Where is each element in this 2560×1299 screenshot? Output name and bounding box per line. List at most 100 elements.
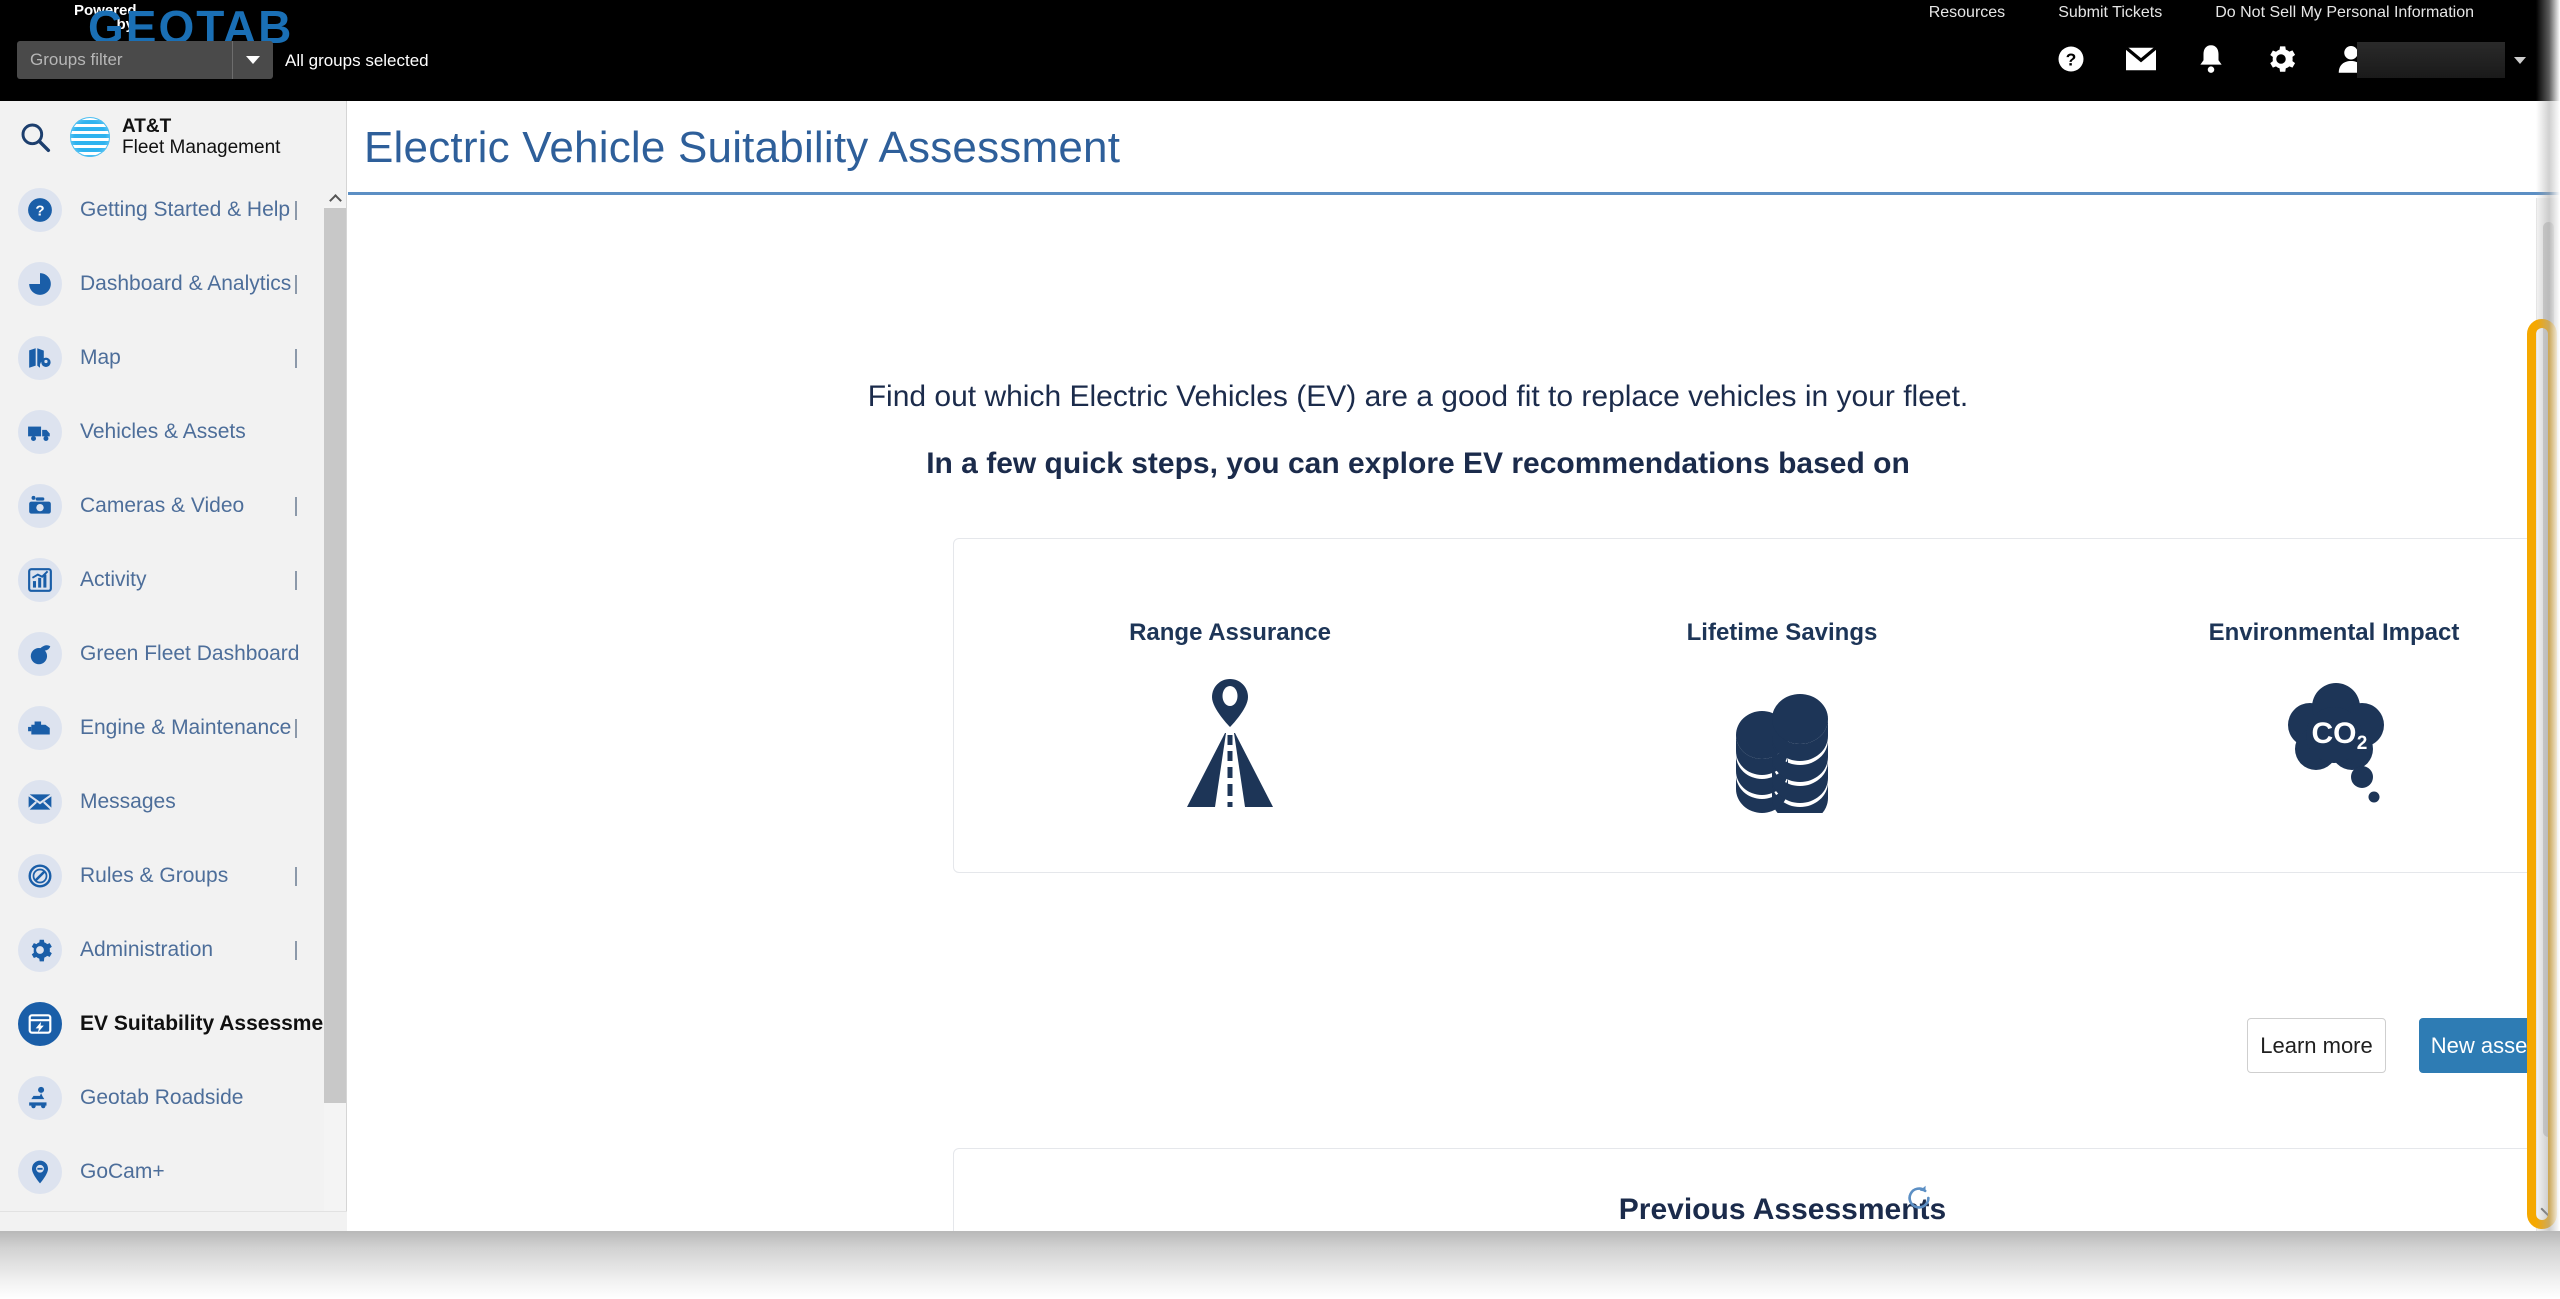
intro-text-secondary: In a few quick steps, you can explore EV… <box>926 447 1910 480</box>
truck-icon <box>18 410 62 454</box>
refresh-icon[interactable] <box>1904 1183 1934 1218</box>
groups-filter-caret-button[interactable] <box>233 56 273 64</box>
chevron-down-icon[interactable] <box>295 349 297 368</box>
sidebar-scroll-thumb[interactable] <box>324 208 346 1103</box>
sidebar-item-dashboard-analytics[interactable]: Dashboard & Analytics <box>0 247 347 321</box>
previous-assessments-heading: Previous Assessments <box>1618 1193 1947 1226</box>
link-submit-tickets[interactable]: Submit Tickets <box>2058 4 2162 22</box>
sidebar-item-cameras-video[interactable]: Cameras & Video <box>0 469 347 543</box>
mail-icon[interactable] <box>2126 44 2156 74</box>
svg-text:?: ? <box>2066 49 2077 69</box>
window-bottom-shadow <box>0 1231 2560 1299</box>
sidebar-item-messages[interactable]: Messages <box>0 765 347 839</box>
sidebar-item-label: Getting Started & Help <box>80 198 291 221</box>
dashcam-icon <box>18 484 62 528</box>
sidebar-item-label: Geotab Roadside <box>80 1086 244 1109</box>
help-icon[interactable]: ? <box>2056 44 2086 74</box>
chevron-down-icon[interactable] <box>295 497 297 516</box>
top-header-bar: Powered by GEOTAB Groups filter All grou… <box>0 0 2560 101</box>
att-globe-icon <box>70 117 110 157</box>
sidebar-item-activity[interactable]: Activity <box>0 543 347 617</box>
sidebar-item-green-fleet-dashboard[interactable]: Green Fleet Dashboard <box>0 617 347 691</box>
main-scroll-thumb[interactable] <box>2543 222 2554 1137</box>
top-links: Resources Submit Tickets Do Not Sell My … <box>1929 4 2474 22</box>
all-groups-selected-label: All groups selected <box>285 51 429 70</box>
pie-chart-icon <box>18 262 62 306</box>
sidebar-item-label: EV Suitability Assessment <box>80 1012 343 1035</box>
svg-text:2: 2 <box>2357 733 2368 754</box>
page-body: Find out which Electric Vehicles (EV) ar… <box>348 198 2560 1299</box>
rules-icon <box>18 854 62 898</box>
gocam-icon <box>18 1150 62 1194</box>
engine-icon <box>18 706 62 750</box>
main-content: Electric Vehicle Suitability Assessment … <box>348 101 2560 1299</box>
sidebar-item-label: Dashboard & Analytics <box>80 272 292 295</box>
feature-title: Lifetime Savings <box>1686 619 1878 646</box>
sidebar-item-label: Engine & Maintenance <box>80 716 292 739</box>
sidebar-item-getting-started[interactable]: ? Getting Started & Help <box>0 173 347 247</box>
sidebar-item-gocam-plus[interactable]: GoCam+ <box>0 1135 347 1209</box>
sidebar-item-label: Messages <box>80 790 176 813</box>
sidebar-item-geotab-roadside[interactable]: Geotab Roadside <box>0 1061 347 1135</box>
scroll-up-arrow-icon[interactable] <box>328 194 342 207</box>
coins-icon <box>1722 673 1842 813</box>
map-pin-icon <box>18 336 62 380</box>
sidebar-header: AT&T Fleet Management <box>0 101 347 173</box>
sidebar-item-map[interactable]: Map <box>0 321 347 395</box>
page-title: Electric Vehicle Suitability Assessment <box>364 123 1121 172</box>
link-do-not-sell[interactable]: Do Not Sell My Personal Information <box>2215 4 2474 22</box>
chevron-down-icon[interactable] <box>295 201 297 220</box>
feature-range-assurance: Range Assurance <box>954 539 1506 874</box>
sidebar-item-label: Cameras & Video <box>80 494 245 517</box>
link-resources[interactable]: Resources <box>1929 4 2005 22</box>
svg-text:?: ? <box>35 202 44 219</box>
sidebar-item-vehicles-assets[interactable]: Vehicles & Assets <box>0 395 347 469</box>
feature-title: Range Assurance <box>1129 619 1331 646</box>
user-account-field[interactable] <box>2357 42 2505 78</box>
bell-icon[interactable] <box>2196 44 2226 74</box>
gear-icon[interactable] <box>2266 44 2296 74</box>
top-icon-group: ? <box>2056 44 2366 74</box>
chevron-down-icon[interactable] <box>295 275 297 294</box>
co2-cloud-icon: CO 2 <box>2264 673 2404 813</box>
envelope-icon <box>18 780 62 824</box>
sidebar-item-label: Activity <box>80 568 147 591</box>
chevron-down-icon <box>246 56 260 64</box>
att-brand: AT&T Fleet Management <box>70 116 280 158</box>
chevron-down-icon[interactable] <box>2514 57 2526 64</box>
sidebar-scroll-track[interactable] <box>324 206 346 1211</box>
sidebar-item-ev-suitability-assessment[interactable]: EV Suitability Assessment <box>0 987 347 1061</box>
gear-icon <box>18 928 62 972</box>
sidebar-item-administration[interactable]: Administration <box>0 913 347 987</box>
sidebar-item-rules-groups[interactable]: Rules & Groups <box>0 839 347 913</box>
groups-filter-input[interactable]: Groups filter <box>17 50 232 70</box>
svg-text:CO: CO <box>2312 717 2357 750</box>
scroll-down-arrow-icon[interactable] <box>2540 1200 2558 1218</box>
leaf-icon <box>18 632 62 676</box>
feature-title: Environmental Impact <box>2208 619 2460 646</box>
sidebar-item-label: Rules & Groups <box>80 864 229 887</box>
sidebar: AT&T Fleet Management ? Getting Started … <box>0 101 347 1299</box>
intro-text-primary: Find out which Electric Vehicles (EV) ar… <box>867 380 1969 413</box>
page-title-bar: Electric Vehicle Suitability Assessment <box>348 101 2560 195</box>
sidebar-item-label: Map <box>80 346 121 369</box>
action-buttons: Learn more New assessment <box>953 1018 2560 1073</box>
bar-chart-icon <box>18 558 62 602</box>
feature-environmental-impact: Environmental Impact CO 2 <box>2058 539 2560 874</box>
roadside-icon <box>18 1076 62 1120</box>
question-circle-icon: ? <box>18 188 62 232</box>
main-scrollbar[interactable] <box>2536 198 2560 1299</box>
sidebar-item-engine-maintenance[interactable]: Engine & Maintenance <box>0 691 347 765</box>
chevron-down-icon[interactable] <box>295 719 297 738</box>
chevron-down-icon[interactable] <box>295 941 297 960</box>
chevron-down-icon[interactable] <box>295 571 297 590</box>
att-name-label: AT&T <box>122 116 172 137</box>
sidebar-scrollbar[interactable] <box>324 194 346 1227</box>
groups-filter-dropdown[interactable]: Groups filter <box>17 41 273 79</box>
chevron-down-icon[interactable] <box>295 867 297 886</box>
learn-more-button[interactable]: Learn more <box>2247 1018 2386 1073</box>
search-icon[interactable] <box>0 121 70 153</box>
sidebar-item-label: GoCam+ <box>80 1160 165 1183</box>
sidebar-item-label: Green Fleet Dashboard <box>80 642 300 665</box>
features-panel: Range Assurance Lifetime Savings Environ… <box>953 538 2560 873</box>
